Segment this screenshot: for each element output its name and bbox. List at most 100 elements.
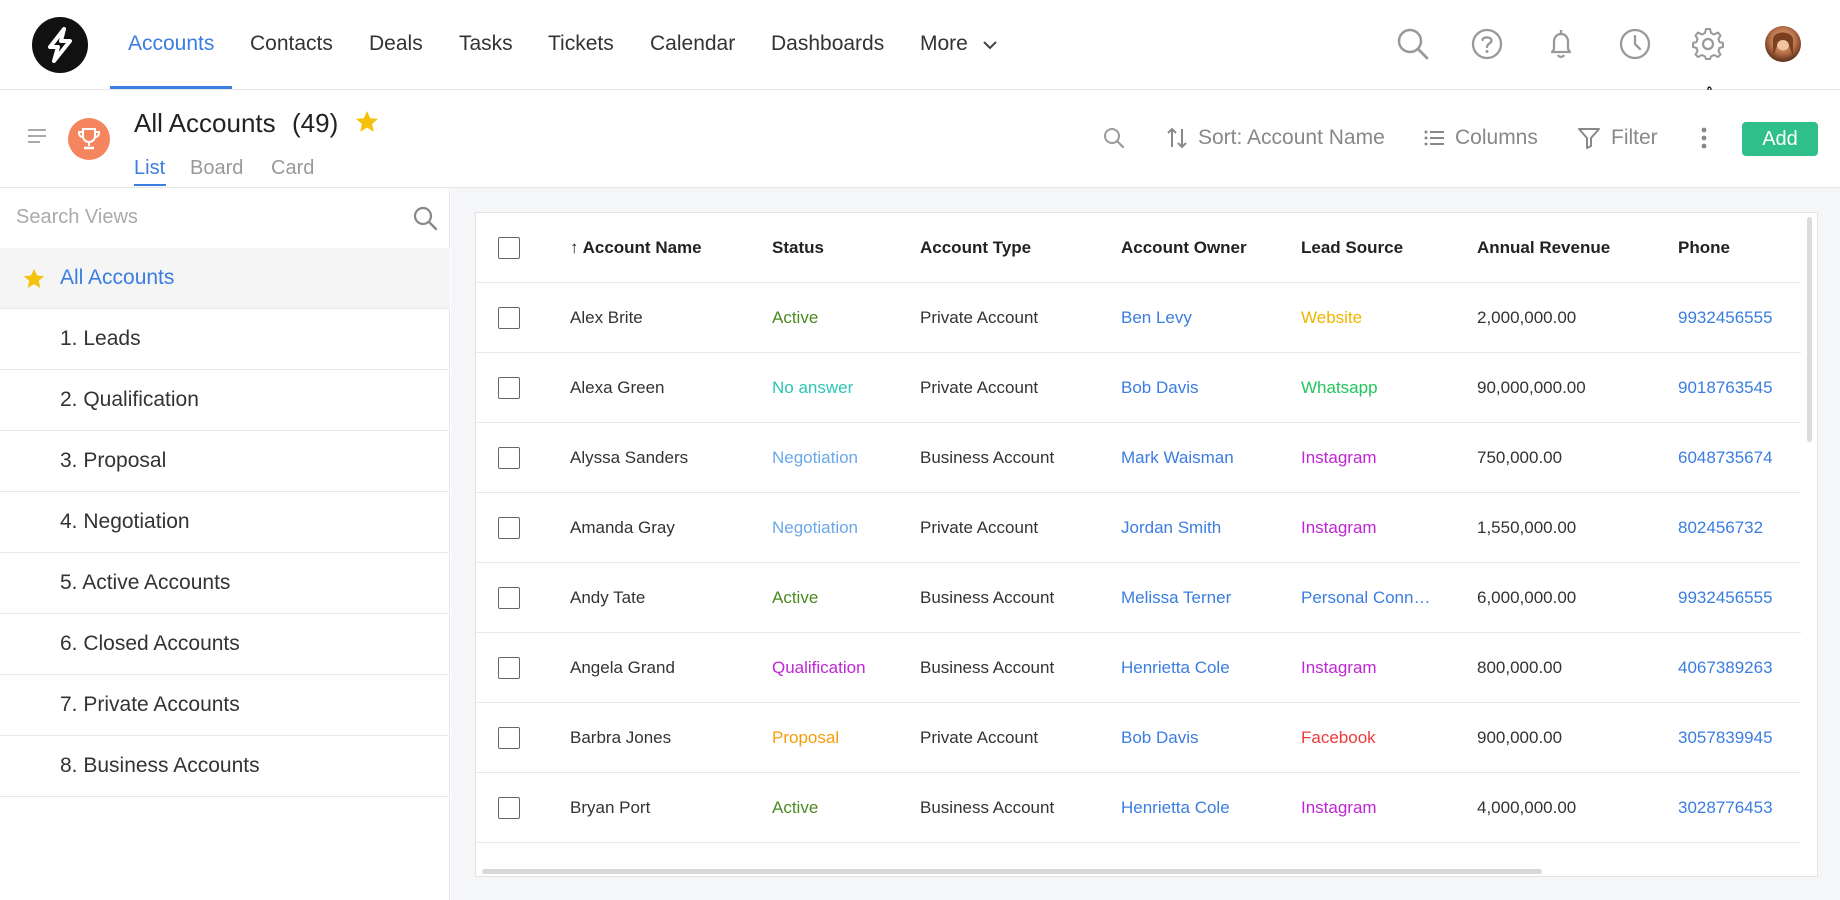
nav-contacts[interactable]: Contacts	[250, 0, 333, 90]
nav-accounts[interactable]: Accounts	[128, 0, 214, 90]
cell-status: Active	[772, 798, 819, 817]
vertical-scrollbar[interactable]	[1807, 217, 1812, 442]
sidebar-item-active-accounts[interactable]: 5. Active Accounts	[0, 553, 450, 614]
row-checkbox[interactable]	[498, 307, 520, 329]
column-header-label: Account Name	[582, 238, 702, 257]
row-checkbox[interactable]	[498, 377, 520, 399]
column-header-status[interactable]: Status	[772, 213, 902, 283]
cell-phone[interactable]: 3028776453	[1678, 773, 1798, 843]
table-row[interactable]: Alyssa Sanders Negotiation Business Accoun…	[476, 423, 1801, 493]
cell-status: Active	[772, 308, 819, 327]
table-row[interactable]: Bryan Port Active Business Account Henriett…	[476, 773, 1801, 843]
sidebar-item-label: All Accounts	[60, 266, 175, 289]
cell-phone[interactable]: 9932456555	[1678, 283, 1798, 353]
cell-phone[interactable]: 6048735674	[1678, 423, 1798, 493]
cell-annual-revenue: 4,000,000.00	[1477, 798, 1577, 817]
sidebar-item-label: 3. Proposal	[60, 449, 167, 472]
cell-lead-source: Instagram	[1301, 658, 1377, 677]
row-checkbox[interactable]	[498, 587, 520, 609]
cell-phone[interactable]: 4067389263	[1678, 633, 1798, 703]
table-row[interactable]: Alex Brite Active Private Account Ben Levy W…	[476, 283, 1801, 353]
cell-account-owner[interactable]: Bob Davis	[1121, 353, 1291, 423]
tab-board[interactable]: Board	[190, 157, 243, 180]
cell-account-name: Barbra Jones	[570, 728, 672, 747]
table-row[interactable]: Amanda Gray Negotiation Private Account Jor…	[476, 493, 1801, 563]
accounts-table: ↑ Account Name Status Account Type Accou…	[475, 212, 1818, 877]
sidebar-item-closed-accounts[interactable]: 6. Closed Accounts	[0, 614, 450, 675]
page-title: All Accounts	[134, 108, 276, 138]
sort-ascending-icon: ↑	[570, 238, 579, 257]
cell-account-owner[interactable]: Ben Levy	[1121, 283, 1291, 353]
app-logo[interactable]	[32, 17, 88, 73]
search-icon[interactable]	[412, 205, 438, 236]
cell-phone[interactable]: 3057839945	[1678, 703, 1798, 773]
filter-button[interactable]: Filter	[1577, 120, 1658, 156]
sort-button[interactable]: Sort: Account Name	[1166, 120, 1385, 156]
nav-deals[interactable]: Deals	[369, 0, 423, 90]
tab-list[interactable]: List	[134, 157, 165, 180]
sidebar-item-label: 7. Private Accounts	[60, 693, 240, 716]
cell-lead-source: Personal Conn…	[1301, 588, 1431, 607]
sidebar-item-negotiation[interactable]: 4. Negotiation	[0, 492, 450, 553]
clock-icon[interactable]	[1617, 26, 1653, 62]
search-icon[interactable]	[1395, 26, 1431, 62]
top-navigation: Accounts Contacts Deals Tasks Tickets Ca…	[0, 0, 1840, 109]
cell-phone[interactable]: 9932456555	[1678, 563, 1798, 633]
search-views-input[interactable]: Search Views	[16, 206, 138, 229]
column-header-lead-source[interactable]: Lead Source	[1301, 213, 1461, 283]
cell-annual-revenue: 750,000.00	[1477, 448, 1563, 467]
nav-more[interactable]: More	[920, 0, 998, 90]
table-row[interactable]: Andy Tate Active Business Account Melissa T…	[476, 563, 1801, 633]
row-checkbox[interactable]	[498, 657, 520, 679]
table-row[interactable]: Angela Grand Qualification Business Accoun…	[476, 633, 1801, 703]
nav-calendar[interactable]: Calendar	[650, 0, 735, 90]
gear-icon[interactable]	[1690, 26, 1726, 62]
table-row[interactable]: Barbra Jones Proposal Private Account Bob D…	[476, 703, 1801, 773]
cell-phone[interactable]: 9018763545	[1678, 353, 1798, 423]
cell-account-owner[interactable]: Henrietta Cole	[1121, 633, 1291, 703]
column-header-annual-revenue[interactable]: Annual Revenue	[1477, 213, 1667, 283]
tab-card[interactable]: Card	[271, 157, 314, 180]
cell-status: Negotiation	[772, 518, 859, 537]
row-checkbox[interactable]	[498, 517, 520, 539]
user-avatar[interactable]	[1765, 26, 1801, 62]
menu-icon[interactable]	[26, 128, 48, 149]
table-search-button[interactable]	[1102, 120, 1136, 156]
sidebar-item-leads[interactable]: 1. Leads	[0, 309, 450, 370]
table-row[interactable]: Alexa Green No answer Private Account Bob D…	[476, 353, 1801, 423]
nav-tasks[interactable]: Tasks	[459, 0, 513, 90]
cell-account-owner[interactable]: Mark Waisman	[1121, 423, 1291, 493]
nav-dashboards[interactable]: Dashboards	[771, 0, 884, 90]
cell-account-owner[interactable]: Jordan Smith	[1121, 493, 1291, 563]
sidebar-item-proposal[interactable]: 3. Proposal	[0, 431, 450, 492]
sidebar-item-qualification[interactable]: 2. Qualification	[0, 370, 450, 431]
cell-account-owner[interactable]: Henrietta Cole	[1121, 773, 1291, 843]
cell-status: Proposal	[772, 728, 840, 747]
row-checkbox[interactable]	[498, 447, 520, 469]
cell-account-owner[interactable]: Melissa Terner	[1121, 563, 1291, 633]
cell-account-name: Bryan Port	[570, 798, 651, 817]
row-checkbox[interactable]	[498, 727, 520, 749]
help-icon[interactable]	[1469, 26, 1505, 62]
column-header-phone[interactable]: Phone	[1678, 213, 1798, 283]
row-checkbox[interactable]	[498, 797, 520, 819]
select-all-checkbox[interactable]	[498, 237, 520, 259]
horizontal-scrollbar[interactable]	[482, 869, 1542, 874]
bell-icon[interactable]	[1543, 26, 1579, 62]
sidebar-item-private-accounts[interactable]: 7. Private Accounts	[0, 675, 450, 736]
cell-phone[interactable]: 802456732	[1678, 493, 1798, 563]
favorite-star-icon[interactable]	[354, 109, 380, 140]
sidebar-item-label: 2. Qualification	[60, 388, 199, 411]
columns-button[interactable]: Columns	[1423, 120, 1538, 156]
column-header-account-owner[interactable]: Account Owner	[1121, 213, 1291, 283]
add-button[interactable]: Add	[1742, 122, 1818, 156]
cell-lead-source: Instagram	[1301, 518, 1377, 537]
sidebar-item-label: 6. Closed Accounts	[60, 632, 240, 655]
nav-tickets[interactable]: Tickets	[548, 0, 614, 90]
column-header-account-type[interactable]: Account Type	[920, 213, 1100, 283]
sidebar-item-business-accounts[interactable]: 8. Business Accounts	[0, 736, 450, 797]
sidebar-item-all-accounts[interactable]: All Accounts	[0, 248, 450, 309]
cell-account-owner[interactable]: Bob Davis	[1121, 703, 1291, 773]
column-header-account-name[interactable]: ↑ Account Name	[570, 213, 750, 283]
more-options-button[interactable]	[1700, 120, 1718, 156]
